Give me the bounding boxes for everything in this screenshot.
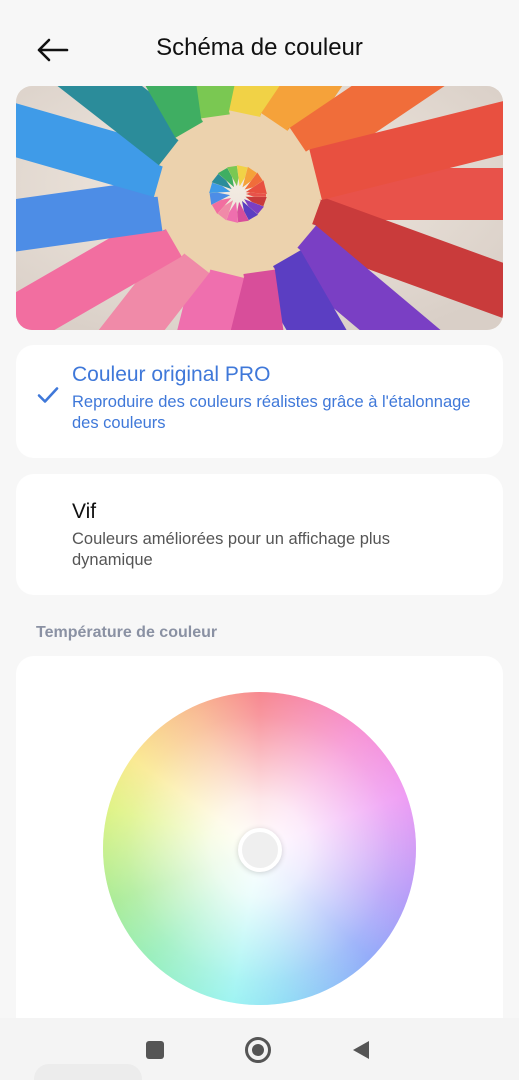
home-button[interactable]: [240, 1032, 276, 1068]
color-wheel-handle[interactable]: [238, 828, 282, 872]
square-icon: [146, 1041, 164, 1059]
bottom-pill: [34, 1064, 142, 1080]
color-temperature-card: [16, 656, 503, 1036]
section-label-temperature: Température de couleur: [36, 624, 218, 641]
option-title: Couleur original PRO: [72, 363, 271, 386]
top-bar: Schéma de couleur: [0, 0, 519, 100]
system-back-button[interactable]: [343, 1032, 379, 1068]
checkmark-icon: [37, 387, 59, 403]
color-wheel[interactable]: [103, 692, 416, 1005]
colored-pencils-image: [16, 86, 503, 330]
circle-home-icon: [245, 1037, 271, 1063]
triangle-back-icon: [353, 1041, 369, 1059]
option-title: Vif: [72, 500, 97, 523]
option-couleur-original-pro[interactable]: Couleur original PRO Reproduire des coul…: [16, 345, 503, 458]
pencils-illustration: [16, 86, 503, 330]
screen: Schéma de couleur Couleur original PRO R…: [0, 0, 519, 1080]
option-description: Reproduire des couleurs réalistes grâce …: [72, 393, 471, 432]
option-vif[interactable]: Vif Couleurs améliorées pour un affichag…: [16, 474, 503, 595]
page-title: Schéma de couleur: [156, 34, 363, 61]
option-description: Couleurs améliorées pour un affichage pl…: [72, 530, 390, 569]
recent-apps-button[interactable]: [137, 1032, 173, 1068]
